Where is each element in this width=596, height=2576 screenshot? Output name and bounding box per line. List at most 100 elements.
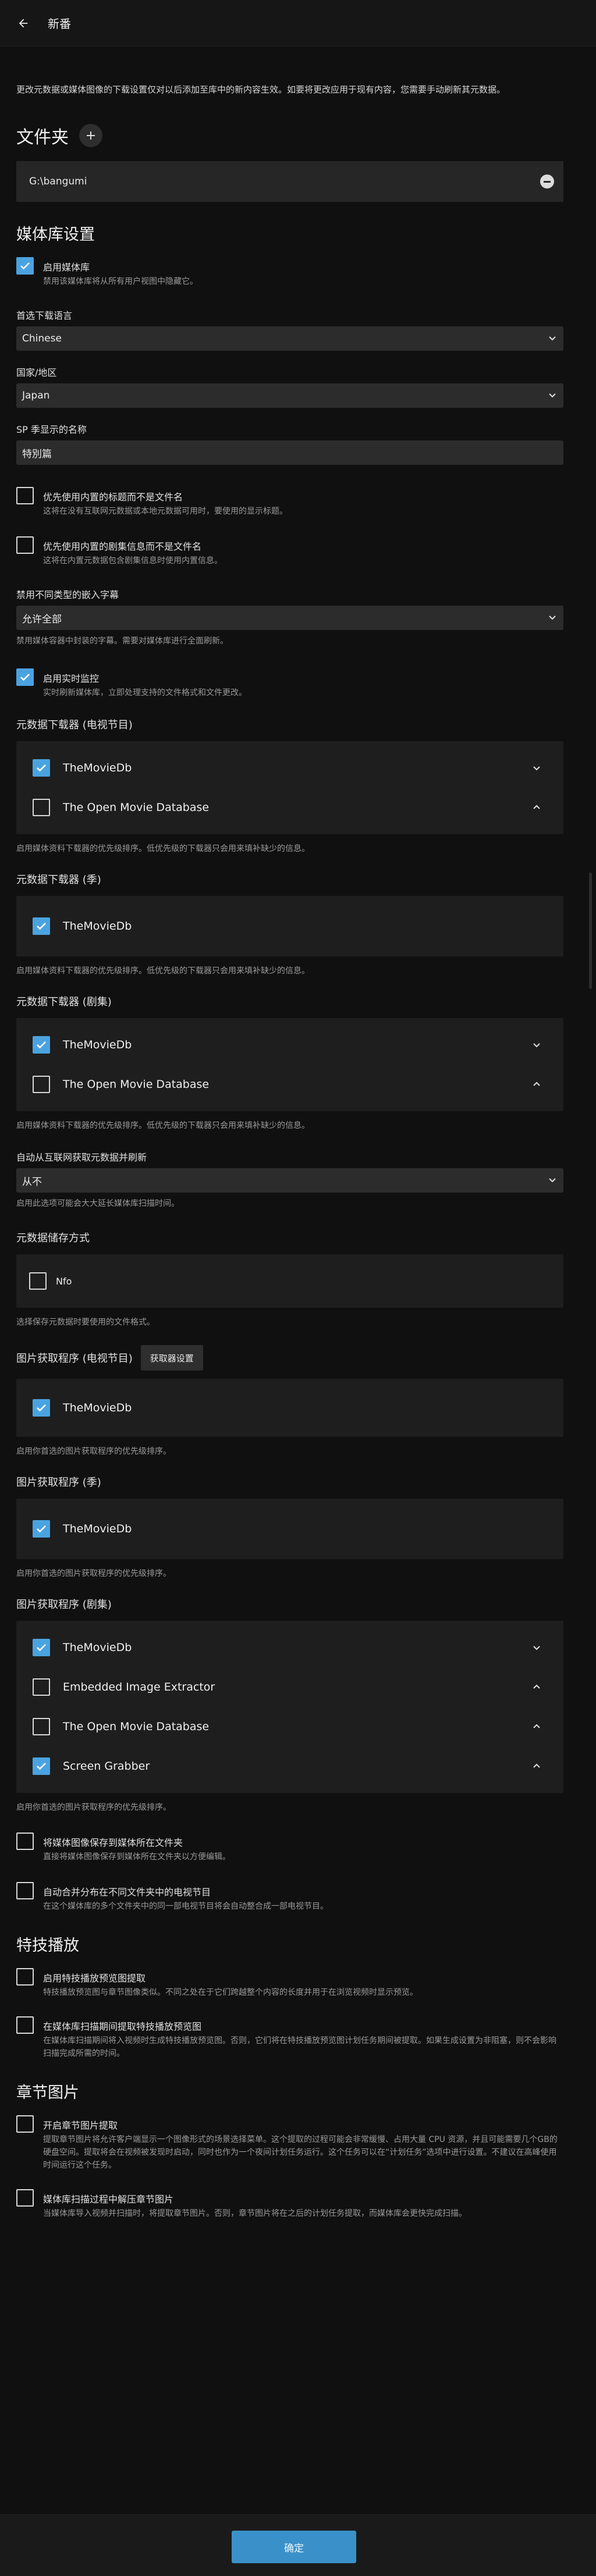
metadata-series-list: TheMovieDb The Open Movie Database: [16, 741, 563, 834]
item-name: TheMovieDb: [63, 762, 132, 774]
checkbox[interactable]: [33, 917, 50, 935]
list-item[interactable]: The Open Movie Database: [16, 788, 563, 827]
list-item[interactable]: TheMovieDb: [16, 1514, 563, 1544]
list-item[interactable]: TheMovieDb: [16, 748, 563, 788]
checkbox[interactable]: [33, 1639, 50, 1656]
list-item[interactable]: The Open Movie Database: [16, 1707, 563, 1746]
image-series-list: TheMovieDb: [16, 1379, 563, 1437]
chapters-extract-option[interactable]: 开启章节图片提取 提取章节图片将允许客户端显示一个图像形式的场景选择菜单。这个提…: [16, 2115, 563, 2172]
list-item[interactable]: Screen Grabber: [16, 1746, 563, 1786]
trickplay-extract-checkbox[interactable]: [16, 1968, 34, 1986]
chevron-up-icon[interactable]: [531, 1721, 542, 1732]
prefer-embedded-episode-option[interactable]: 优先使用内置的剧集信息而不是文件名 这将在内置元数据包含剧集信息时使用内置信息。: [16, 536, 563, 567]
auto-refresh-select[interactable]: 从不: [16, 1168, 563, 1193]
trickplay-extract-option[interactable]: 启用特技播放预览图提取 特技播放预览图与章节图像类似。不同之处在于它们跨越整个内…: [16, 1968, 563, 1999]
trickplay-heading: 特技播放: [16, 1937, 79, 1955]
chevron-down-icon[interactable]: [531, 1642, 542, 1653]
list-item[interactable]: TheMovieDb: [16, 911, 563, 941]
ok-button[interactable]: 确定: [232, 2531, 356, 2563]
prefer-embedded-episode-checkbox[interactable]: [16, 536, 34, 554]
chapters-scan-label: 媒体库扫描过程中解压章节图片: [43, 2194, 174, 2205]
prefer-embedded-title-checkbox[interactable]: [16, 487, 34, 504]
chapters-scan-hint: 当媒体库导入视频并扫描时，将提取章节图片。否则，章节图片将在之后的计划任务提取，…: [43, 2209, 467, 2218]
checkbox[interactable]: [33, 1520, 50, 1538]
enable-library-option[interactable]: 启用媒体库 禁用该媒体库将从所有用户视图中隐藏它。: [16, 257, 563, 288]
auto-refresh-label: 自动从互联网获取元数据并刷新: [16, 1152, 147, 1163]
chevron-down-icon[interactable]: [531, 762, 542, 774]
trickplay-extract-hint: 特技播放预览图与章节图像类似。不同之处在于它们跨越整个内容的长度并用于在浏览视频…: [43, 1988, 418, 1997]
metadata-savers-heading: 元数据储存方式: [16, 1232, 90, 1244]
chapters-extract-checkbox[interactable]: [16, 2115, 34, 2133]
checkbox[interactable]: [33, 1718, 50, 1735]
image-series-hint: 启用你首选的图片获取程序的优先级排序。: [16, 1447, 171, 1456]
metadata-season-list: TheMovieDb: [16, 896, 563, 956]
back-arrow-icon[interactable]: [12, 12, 35, 35]
metadata-savers-hint: 选择保存元数据时要使用的文件格式。: [16, 1318, 155, 1327]
scrollbar[interactable]: [589, 873, 592, 989]
metadata-season-heading: 元数据下载器 (季): [16, 874, 101, 886]
folder-item[interactable]: G:\bangumi: [16, 161, 563, 202]
folders-heading: 文件夹: [16, 127, 69, 148]
item-name: Embedded Image Extractor: [63, 1681, 215, 1693]
country-select[interactable]: Japan: [16, 383, 563, 408]
checkbox[interactable]: [29, 1272, 47, 1290]
save-local-label: 将媒体图像保存到媒体所在文件夹: [43, 1837, 183, 1848]
save-local-option[interactable]: 将媒体图像保存到媒体所在文件夹 直接将媒体图像保存到媒体所在文件夹以方便编辑。: [16, 1833, 563, 1863]
list-item[interactable]: The Open Movie Database: [16, 1065, 563, 1104]
enable-library-checkbox[interactable]: [16, 257, 34, 275]
metadata-episode-hint: 启用媒体资料下载器的优先级排序。低优先级的下载器只会用来填补缺少的信息。: [16, 1121, 310, 1130]
subtitle-hint: 禁用媒体容器中封装的字幕。需要对媒体库进行全面刷新。: [16, 636, 228, 646]
merge-checkbox[interactable]: [16, 1882, 34, 1899]
fetcher-settings-button[interactable]: 获取器设置: [140, 1345, 203, 1371]
checkbox[interactable]: [33, 759, 50, 777]
metadata-episode-heading: 元数据下载器 (剧集): [16, 996, 112, 1008]
metadata-savers-list: Nfo: [16, 1254, 563, 1308]
library-options-form: 更改元数据或媒体图像的下载设置仅对以后添加至库中的新内容生效。如要将更改应用于现…: [16, 47, 563, 2220]
checkbox[interactable]: [33, 1678, 50, 1696]
save-local-checkbox[interactable]: [16, 1833, 34, 1850]
list-item[interactable]: TheMovieDb: [16, 1025, 563, 1065]
item-name: The Open Movie Database: [63, 801, 210, 814]
item-name: TheMovieDb: [63, 1641, 132, 1654]
merge-option[interactable]: 自动合并分布在不同文件夹中的电视节目 在这个媒体库的多个文件夹中的同一部电视节目…: [16, 1882, 563, 1913]
chevron-up-icon[interactable]: [531, 1681, 542, 1693]
checkbox[interactable]: [33, 799, 50, 816]
chevron-up-icon[interactable]: [531, 802, 542, 813]
add-folder-button[interactable]: [79, 124, 102, 147]
subtitle-select[interactable]: 允许全部: [16, 606, 563, 630]
checkbox[interactable]: [33, 1399, 50, 1417]
chevron-down-icon[interactable]: [531, 1039, 542, 1051]
chevron-up-icon[interactable]: [531, 1760, 542, 1772]
trickplay-scan-checkbox[interactable]: [16, 2016, 34, 2034]
chapters-scan-checkbox[interactable]: [16, 2189, 34, 2207]
list-item[interactable]: Embedded Image Extractor: [16, 1667, 563, 1707]
item-name: TheMovieDb: [63, 1522, 132, 1535]
sp-season-input[interactable]: 特別篇: [16, 440, 563, 465]
trickplay-scan-hint: 在媒体库扫描期间将入视频时生成特技播放预览图。否则，它们将在特技播放预览图计划任…: [43, 2036, 556, 2058]
chapters-extract-label: 开启章节图片提取: [43, 2120, 118, 2131]
sp-season-label: SP 季显示的名称: [16, 424, 87, 435]
prefer-embedded-title-hint: 这将在没有互联网元数据或本地元数据可用时，要使用的显示标题。: [43, 507, 288, 516]
enable-library-label: 启用媒体库: [43, 262, 90, 273]
remove-folder-icon[interactable]: [540, 175, 554, 188]
realtime-monitor-checkbox[interactable]: [16, 668, 34, 686]
chapters-scan-option[interactable]: 媒体库扫描过程中解压章节图片 当媒体库导入视频并扫描时，将提取章节图片。否则，章…: [16, 2189, 563, 2220]
auto-refresh-value: 从不: [22, 1176, 42, 1188]
item-name: The Open Movie Database: [63, 1078, 210, 1091]
country-label: 国家/地区: [16, 367, 57, 378]
item-name: Nfo: [56, 1275, 72, 1287]
checkbox[interactable]: [33, 1076, 50, 1093]
trickplay-scan-option[interactable]: 在媒体库扫描期间提取特技播放预览图 在媒体库扫描期间将入视频时生成特技播放预览图…: [16, 2016, 563, 2060]
list-item[interactable]: TheMovieDb: [16, 1393, 563, 1423]
checkbox[interactable]: [33, 1036, 50, 1054]
list-item[interactable]: Nfo: [16, 1267, 563, 1295]
checkbox[interactable]: [33, 1757, 50, 1775]
image-series-heading: 图片获取程序 (电视节目): [16, 1353, 133, 1365]
prefer-embedded-title-option[interactable]: 优先使用内置的标题而不是文件名 这将在没有互联网元数据或本地元数据可用时，要使用…: [16, 487, 563, 518]
item-name: TheMovieDb: [63, 1401, 132, 1414]
merge-hint: 在这个媒体库的多个文件夹中的同一部电视节目将会自动整合成一部电视节目。: [43, 1902, 328, 1911]
chevron-up-icon[interactable]: [531, 1079, 542, 1090]
language-select[interactable]: Chinese: [16, 326, 563, 351]
list-item[interactable]: TheMovieDb: [16, 1628, 563, 1667]
realtime-monitor-option[interactable]: 启用实时监控 实时刷新媒体库，立即处理支持的文件格式和文件更改。: [16, 668, 563, 699]
